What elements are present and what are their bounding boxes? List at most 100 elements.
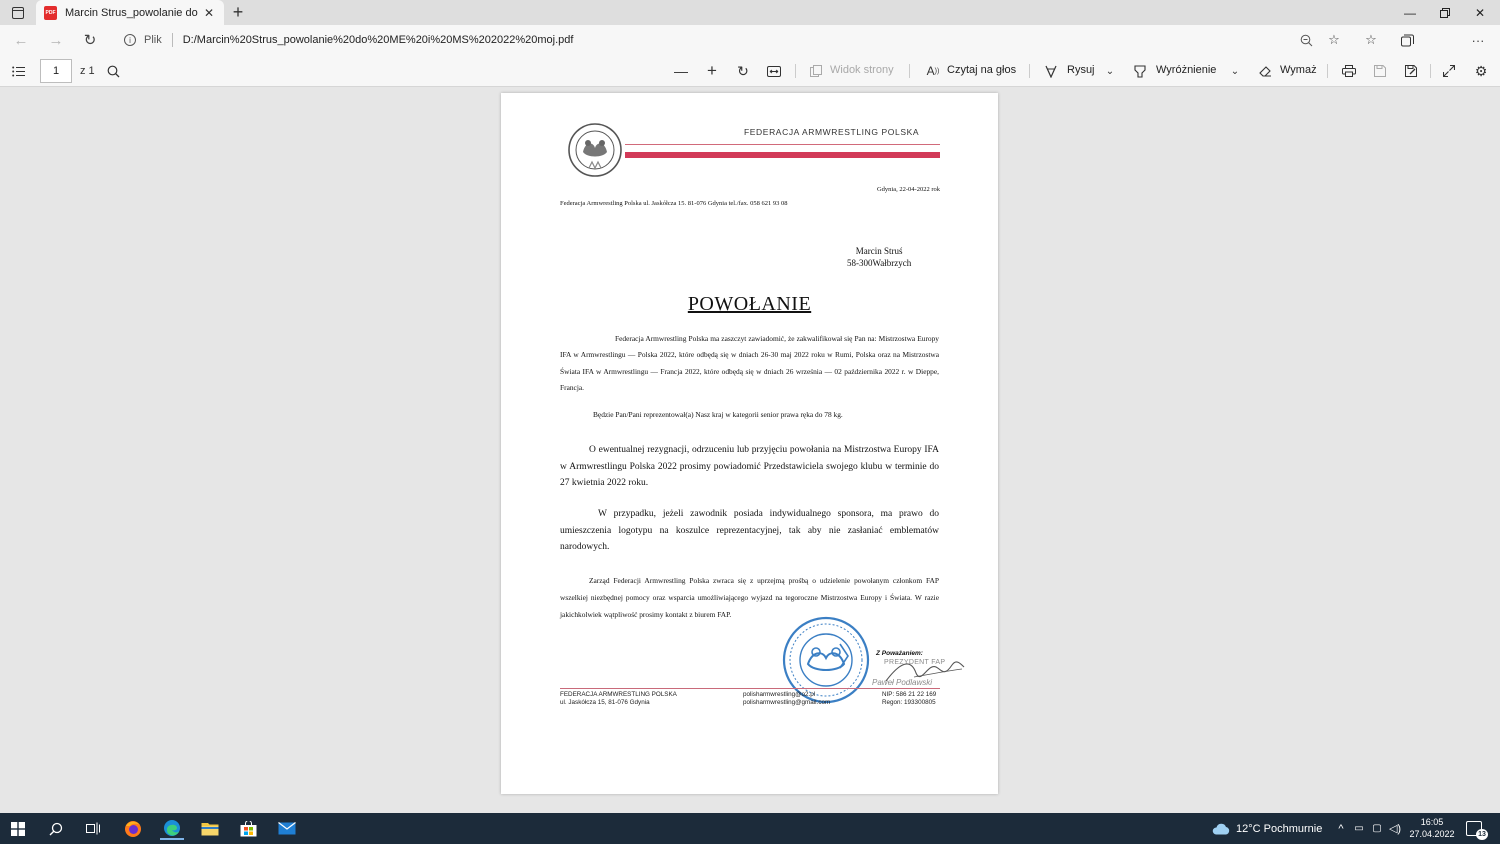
fullscreen-button[interactable] bbox=[1440, 61, 1458, 81]
edge-taskbar-button[interactable] bbox=[160, 817, 184, 840]
favorites-icon: ☆ bbox=[1365, 32, 1377, 47]
eraser-icon bbox=[1258, 66, 1271, 77]
refresh-button[interactable]: ↻ bbox=[79, 30, 101, 50]
search-icon bbox=[107, 65, 119, 77]
restore-button[interactable] bbox=[1428, 0, 1462, 25]
footer-registry: NIP: 586 21 22 169 Regon: 193300805 bbox=[882, 691, 936, 707]
find-button[interactable] bbox=[104, 61, 122, 81]
page-view-icon bbox=[808, 61, 824, 81]
list-icon bbox=[11, 66, 25, 76]
toolbar-separator bbox=[1327, 64, 1328, 78]
refresh-icon: ↻ bbox=[83, 32, 97, 49]
gear-icon: ⚙ bbox=[1474, 62, 1488, 79]
minimize-button[interactable]: — bbox=[1393, 0, 1427, 25]
close-window-button[interactable]: ✕ bbox=[1463, 0, 1497, 25]
plus-icon: + bbox=[707, 61, 717, 80]
handwritten-signature-icon bbox=[885, 661, 965, 682]
fap-logo-seal-icon bbox=[568, 123, 622, 177]
volume-tray-icon[interactable]: ◁) bbox=[1387, 817, 1403, 840]
forward-button[interactable]: → bbox=[45, 30, 67, 50]
paragraph-qualification: Federacja Armwrestling Polska ma zaszczy… bbox=[560, 334, 939, 392]
search-icon bbox=[49, 822, 63, 835]
windows-taskbar: 12°C Pochmurnie ^ ▭ ▢ ◁) 16:05 27.04.202… bbox=[0, 813, 1500, 844]
header-rule-thin bbox=[625, 144, 940, 145]
store-taskbar-button[interactable] bbox=[236, 817, 260, 840]
document-viewport[interactable]: FEDERACJA ARMWRESTLING POLSKA Gdynia, 22… bbox=[0, 88, 1500, 813]
rotate-button[interactable]: ↻ bbox=[734, 61, 752, 81]
info-icon[interactable]: i bbox=[124, 34, 136, 46]
pdf-page: FEDERACJA ARMWRESTLING POLSKA Gdynia, 22… bbox=[501, 93, 998, 794]
page-view-button[interactable]: Widok strony bbox=[830, 64, 894, 76]
notification-count-badge: 13 bbox=[1476, 829, 1488, 840]
file-explorer-taskbar-button[interactable] bbox=[198, 817, 222, 840]
start-button[interactable] bbox=[6, 817, 30, 840]
save-disk-icon bbox=[1374, 65, 1386, 77]
clock[interactable]: 16:05 27.04.2022 bbox=[1407, 816, 1457, 840]
weather-widget-icon[interactable] bbox=[1209, 817, 1233, 840]
chevron-up-icon: ^ bbox=[1338, 822, 1344, 835]
add-favorite-button[interactable]: ☆ bbox=[1323, 30, 1345, 50]
recipient-city: 58-300Wałbrzych bbox=[847, 258, 912, 268]
tab-close-icon[interactable]: ✕ bbox=[204, 6, 214, 20]
display-tray-icon[interactable]: ▢ bbox=[1369, 817, 1385, 840]
printer-icon bbox=[1342, 65, 1356, 77]
tab-actions-button[interactable] bbox=[8, 3, 28, 23]
zoom-in-button[interactable]: + bbox=[703, 61, 721, 81]
task-view-button[interactable] bbox=[81, 817, 105, 840]
save-as-button[interactable] bbox=[1402, 61, 1420, 81]
search-taskbar-button[interactable] bbox=[44, 817, 68, 840]
recipient-block: Marcin Struś 58-300Wałbrzych bbox=[847, 245, 911, 269]
new-tab-button[interactable]: + bbox=[229, 2, 247, 22]
cloud-icon bbox=[1212, 823, 1230, 834]
read-aloud-button[interactable]: Czytaj na głos bbox=[947, 64, 1016, 76]
firefox-taskbar-button[interactable] bbox=[121, 817, 145, 840]
sender-address: Federacja Armwrestling Polska ul. Jaskół… bbox=[560, 200, 788, 207]
paragraph-sponsor: W przypadku, jeżeli zawodnik posiada ind… bbox=[560, 509, 939, 552]
paragraph-category: Będzie Pan/Pani reprezentował(a) Nasz kr… bbox=[593, 410, 843, 419]
collections-button[interactable] bbox=[1396, 30, 1418, 50]
tab-pdf-document[interactable]: PDF Marcin Strus_powolanie do ME i MS 20… bbox=[36, 0, 224, 25]
highlight-icon bbox=[1132, 61, 1148, 81]
zoom-out-page-button[interactable] bbox=[1295, 30, 1317, 50]
highlighter-icon bbox=[1134, 64, 1146, 78]
footer-email-2: polisharmwrestling@gmail.com bbox=[743, 699, 831, 706]
paragraph-resignation: O ewentualnej rezygnacji, odrzuceniu lub… bbox=[560, 445, 939, 488]
footer-address: FEDERACJA ARMWRESTLING POLSKA ul. Jaskół… bbox=[560, 691, 677, 707]
fit-page-button[interactable] bbox=[765, 61, 783, 81]
footer-regon: Regon: 193300805 bbox=[882, 699, 936, 706]
highlight-options-button[interactable]: ⌄ bbox=[1229, 61, 1241, 81]
arrow-left-icon: ← bbox=[13, 31, 29, 49]
paragraph-board-request: Zarząd Federacji Armwrestling Polska zwr… bbox=[560, 576, 939, 619]
back-button[interactable]: ← bbox=[10, 30, 32, 50]
favorites-button[interactable]: ☆ bbox=[1360, 30, 1382, 50]
highlight-button[interactable]: Wyróżnienie bbox=[1156, 64, 1216, 76]
weather-text[interactable]: 12°C Pochmurnie bbox=[1236, 823, 1322, 835]
mail-taskbar-button[interactable] bbox=[275, 817, 299, 840]
folder-icon bbox=[201, 823, 219, 836]
expand-icon bbox=[1443, 65, 1455, 77]
url-text[interactable]: D:/Marcin%20Strus_powolanie%20do%20ME%20… bbox=[183, 34, 574, 46]
url-field[interactable]: i Plik D:/Marcin%20Strus_powolanie%20do%… bbox=[114, 28, 1356, 52]
url-scheme-label: Plik bbox=[144, 34, 162, 46]
save-button[interactable] bbox=[1371, 61, 1389, 81]
show-hidden-icons-button[interactable]: ^ bbox=[1333, 817, 1349, 840]
footer-street: ul. Jaskółcza 15, 81-076 Gdynia bbox=[560, 699, 650, 706]
read-aloud-icon: A)) bbox=[926, 64, 940, 78]
pdf-settings-button[interactable]: ⚙ bbox=[1472, 61, 1490, 81]
chevron-down-icon: ⌄ bbox=[1105, 65, 1115, 77]
zoom-magnifier-icon bbox=[1300, 34, 1312, 46]
save-as-icon bbox=[1404, 65, 1417, 77]
firefox-icon bbox=[125, 820, 141, 837]
draw-options-button[interactable]: ⌄ bbox=[1104, 61, 1116, 81]
network-tray-icon[interactable]: ▭ bbox=[1351, 817, 1367, 840]
page-number-input[interactable] bbox=[40, 59, 72, 83]
header-org-name: FEDERACJA ARMWRESTLING POLSKA bbox=[744, 127, 920, 137]
draw-button[interactable]: Rysuj bbox=[1067, 64, 1095, 76]
erase-button[interactable]: Wymaż bbox=[1280, 64, 1317, 76]
contents-button[interactable] bbox=[9, 61, 27, 81]
toolbar-separator bbox=[1430, 64, 1431, 78]
settings-menu-button[interactable]: ··· bbox=[1467, 30, 1489, 50]
minus-icon: — bbox=[674, 63, 688, 79]
print-button[interactable] bbox=[1340, 61, 1358, 81]
zoom-out-button[interactable]: — bbox=[672, 61, 690, 81]
